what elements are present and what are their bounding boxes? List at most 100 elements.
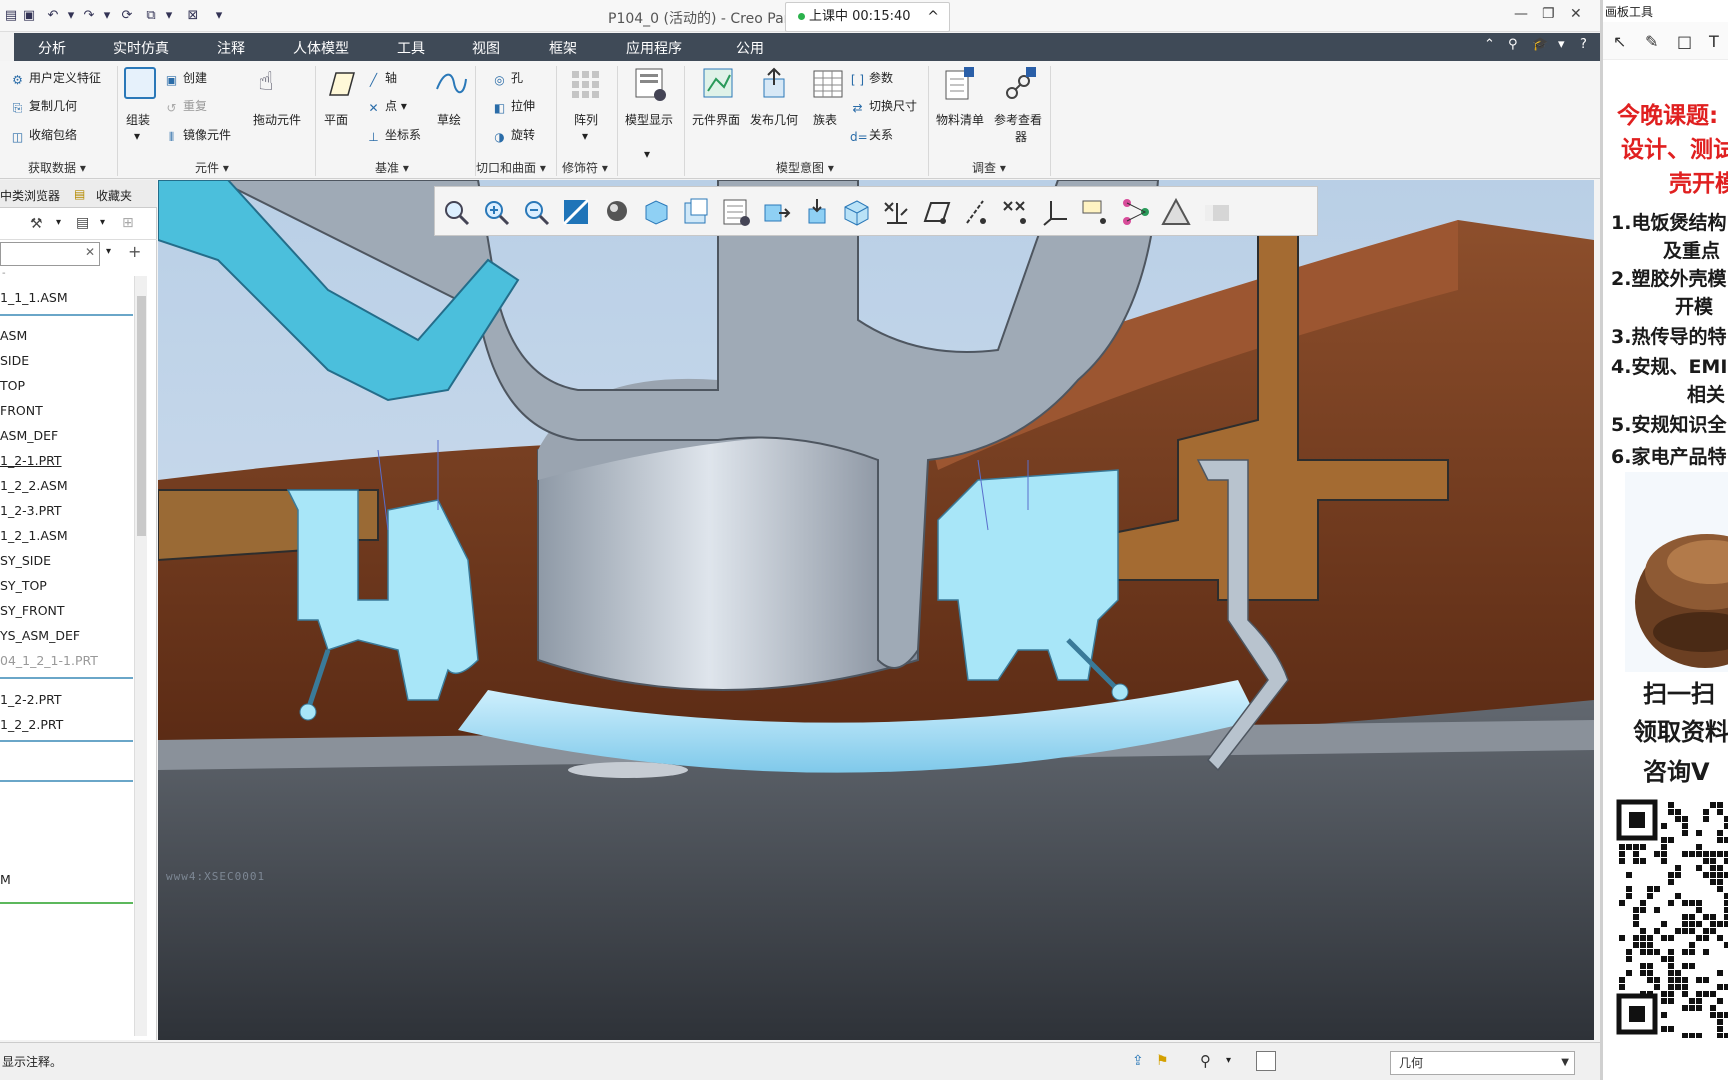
- csys-display-icon[interactable]: [1041, 197, 1071, 227]
- tab-framework[interactable]: 框架: [549, 38, 577, 58]
- tree-item[interactable]: YS_ASM_DEF: [0, 628, 80, 643]
- repaint-icon[interactable]: [561, 197, 591, 227]
- plane-display-icon[interactable]: [921, 197, 951, 227]
- display-style-icon[interactable]: [601, 197, 631, 227]
- point-display-icon[interactable]: [1001, 197, 1031, 227]
- selection-icon[interactable]: [1256, 1051, 1276, 1071]
- tree-item[interactable]: 1_2_1.ASM: [0, 528, 68, 543]
- find-dropdown-icon[interactable]: ▾: [1226, 1055, 1231, 1066]
- refit-icon[interactable]: [441, 197, 471, 227]
- annotation-display-icon[interactable]: [801, 197, 831, 227]
- search-dropdown-icon[interactable]: ▾: [106, 246, 111, 257]
- pattern-dropdown-icon[interactable]: ▾: [582, 129, 588, 143]
- group-model-intent[interactable]: 模型意图 ▾: [776, 159, 834, 176]
- group-investigate[interactable]: 调查 ▾: [972, 159, 1006, 176]
- drag-component-icon[interactable]: ☝: [258, 67, 274, 97]
- tree-scrollbar-thumb[interactable]: [137, 296, 146, 536]
- save-icon[interactable]: ▣: [20, 7, 38, 25]
- assemble-icon[interactable]: [124, 67, 156, 99]
- regen-status-icon[interactable]: ⇪: [1132, 1053, 1144, 1069]
- chevron-down-icon[interactable]: ▼: [1561, 1052, 1569, 1074]
- clear-search-icon[interactable]: ✕: [85, 245, 95, 259]
- cad-model-section-view[interactable]: [158, 180, 1594, 1040]
- axis-button[interactable]: ╱ 轴: [366, 69, 397, 87]
- minimize-button[interactable]: —: [1514, 6, 1528, 22]
- tree-item[interactable]: ASM_DEF: [0, 428, 58, 443]
- tab-folder-browser[interactable]: 中类浏览器: [0, 187, 60, 204]
- undo-dropdown-icon[interactable]: ▾: [62, 7, 80, 25]
- folder-icon[interactable]: ▤: [2, 7, 20, 25]
- tree-item[interactable]: SIDE: [0, 353, 29, 368]
- appearance-icon[interactable]: [841, 197, 871, 227]
- insert-indicator[interactable]: [0, 902, 133, 904]
- repeat-button[interactable]: ↺ 重复: [164, 97, 207, 115]
- csys-button[interactable]: ⊥ 坐标系: [366, 126, 421, 144]
- simulation-display-icon[interactable]: [1161, 197, 1191, 227]
- saved-orientations-icon[interactable]: [641, 197, 671, 227]
- maximize-button[interactable]: ❐: [1542, 6, 1555, 22]
- tab-tools[interactable]: 工具: [397, 38, 425, 58]
- filter-icon[interactable]: ⊞: [122, 215, 134, 231]
- tree-item[interactable]: SY_TOP: [0, 578, 47, 593]
- tab-applications[interactable]: 应用程序: [626, 38, 682, 58]
- graphics-viewport[interactable]: [158, 180, 1594, 1040]
- flag-icon[interactable]: ⚑: [1156, 1053, 1169, 1069]
- show-dropdown-icon[interactable]: ▾: [100, 217, 105, 228]
- publish-geometry-icon[interactable]: [758, 67, 792, 101]
- switch-dimensions-button[interactable]: ⇄ 切换尺寸: [850, 97, 917, 115]
- tab-annotate[interactable]: 注释: [217, 38, 245, 58]
- group-component[interactable]: 元件 ▾: [195, 159, 229, 176]
- annotation-icon[interactable]: [1081, 197, 1111, 227]
- axis-display-icon[interactable]: [961, 197, 991, 227]
- tree-item[interactable]: 1_2_2.PRT: [0, 717, 63, 732]
- tree-settings-dropdown-icon[interactable]: ▾: [56, 217, 61, 228]
- drag-component-button[interactable]: 拖动元件: [253, 111, 301, 128]
- tab-manikin[interactable]: 人体模型: [293, 38, 349, 58]
- windows-icon[interactable]: ⧉: [142, 7, 160, 25]
- tab-realtime-simulation[interactable]: 实时仿真: [113, 38, 169, 58]
- model-display-icon[interactable]: [632, 67, 668, 103]
- datum-display-icon[interactable]: [881, 197, 911, 227]
- chevron-up-icon[interactable]: ^: [927, 3, 939, 31]
- select-tool-icon[interactable]: ↖: [1613, 32, 1626, 51]
- family-table-icon[interactable]: [812, 69, 844, 99]
- add-icon[interactable]: +: [128, 242, 141, 261]
- tree-item[interactable]: TOP: [0, 378, 25, 393]
- relations-button[interactable]: d=关系: [850, 126, 893, 144]
- reference-viewer-icon[interactable]: [1002, 67, 1036, 103]
- tree-item[interactable]: SY_SIDE: [0, 553, 51, 568]
- publish-geometry-button[interactable]: 发布几何: [750, 111, 798, 128]
- group-modifier[interactable]: 修饰符 ▾: [562, 159, 608, 176]
- customize-dropdown-icon[interactable]: ▾: [210, 7, 228, 25]
- group-cut-surface[interactable]: 切口和曲面 ▾: [476, 159, 546, 176]
- tree-item[interactable]: 1_2_2.ASM: [0, 478, 68, 493]
- undo-icon[interactable]: ↶: [44, 7, 62, 25]
- hole-button[interactable]: ◎ 孔: [492, 69, 523, 87]
- bill-of-materials-icon[interactable]: [944, 67, 976, 103]
- redo-icon[interactable]: ↷: [80, 7, 98, 25]
- view-manager-icon[interactable]: [681, 197, 711, 227]
- parameters-button[interactable]: [ ] 参数: [850, 69, 893, 87]
- tab-favorites[interactable]: 收藏夹: [96, 187, 132, 204]
- help-icon[interactable]: ?: [1580, 37, 1587, 52]
- tree-item[interactable]: 1_2-1.PRT: [0, 453, 62, 468]
- shadow-icon[interactable]: [1201, 197, 1231, 227]
- model-display-dropdown-icon[interactable]: ▾: [644, 147, 650, 161]
- assemble-dropdown-icon[interactable]: ▾: [134, 129, 140, 143]
- shrinkwrap-button[interactable]: ◫ 收缩包络: [10, 126, 77, 144]
- close-button[interactable]: ✕: [1570, 6, 1582, 22]
- tree-item[interactable]: 1_2-2.PRT: [0, 692, 62, 707]
- sketch-icon[interactable]: [434, 69, 468, 99]
- extrude-button[interactable]: ◧ 拉伸: [492, 97, 535, 115]
- tree-item[interactable]: FRONT: [0, 403, 43, 418]
- component-interface-button[interactable]: 元件界面: [692, 111, 740, 128]
- learning-icon[interactable]: 🎓: [1532, 37, 1548, 52]
- tab-analysis[interactable]: 分析: [38, 38, 66, 58]
- zoom-in-icon[interactable]: [481, 197, 511, 227]
- tree-item[interactable]: 04_1_2_1-1.PRT: [0, 653, 98, 668]
- windows-dropdown-icon[interactable]: ▾: [160, 7, 178, 25]
- user-defined-feature-button[interactable]: ⚙ 用户定义特征: [10, 69, 101, 87]
- redo-dropdown-icon[interactable]: ▾: [98, 7, 116, 25]
- pattern-icon[interactable]: [570, 69, 602, 101]
- pen-tool-icon[interactable]: ✎: [1645, 32, 1658, 51]
